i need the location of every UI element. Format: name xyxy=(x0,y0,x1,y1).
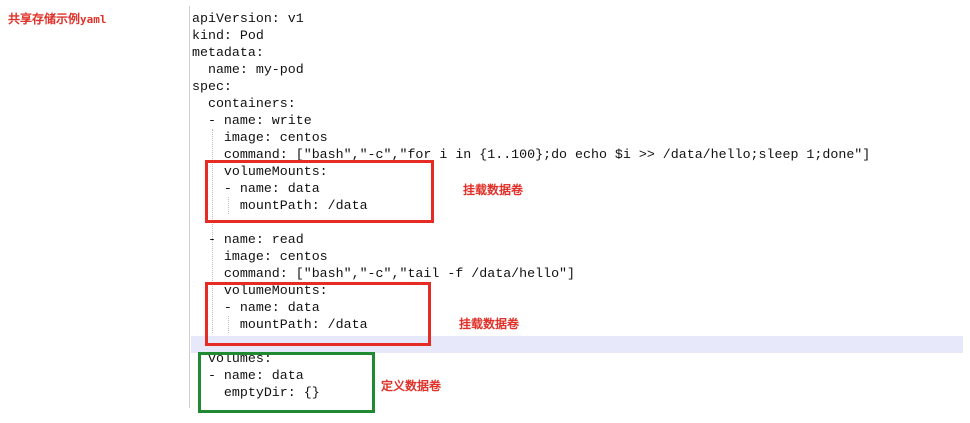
code-line: - name: write xyxy=(192,113,312,128)
side-title-text: 共享存储示例 xyxy=(8,12,81,26)
mount-volume-label-write: 挂载数据卷 xyxy=(463,183,524,197)
mount-volume-label-read: 挂载数据卷 xyxy=(459,317,520,331)
code-line: kind: Pod xyxy=(192,28,264,43)
code-line: metadata: xyxy=(192,45,264,60)
code-line: image: centos xyxy=(192,249,328,264)
code-line: name: my-pod xyxy=(192,62,304,77)
code-line: command: ["bash","-c","tail -f /data/hel… xyxy=(192,266,576,281)
code-line: apiVersion: v1 xyxy=(192,11,304,26)
code-line: - name: read xyxy=(192,232,304,247)
editor-gutter-line xyxy=(189,6,190,408)
read-volume-mounts-box xyxy=(205,282,431,346)
code-line: image: centos xyxy=(192,130,328,145)
volumes-definition-box xyxy=(198,352,375,413)
side-title-suffix: yaml xyxy=(80,13,107,26)
code-line: spec: xyxy=(192,79,232,94)
write-volume-mounts-box xyxy=(205,160,434,223)
side-title: 共享存储示例yaml xyxy=(8,10,107,27)
define-volume-label: 定义数据卷 xyxy=(381,379,442,393)
code-line: containers: xyxy=(192,96,296,111)
